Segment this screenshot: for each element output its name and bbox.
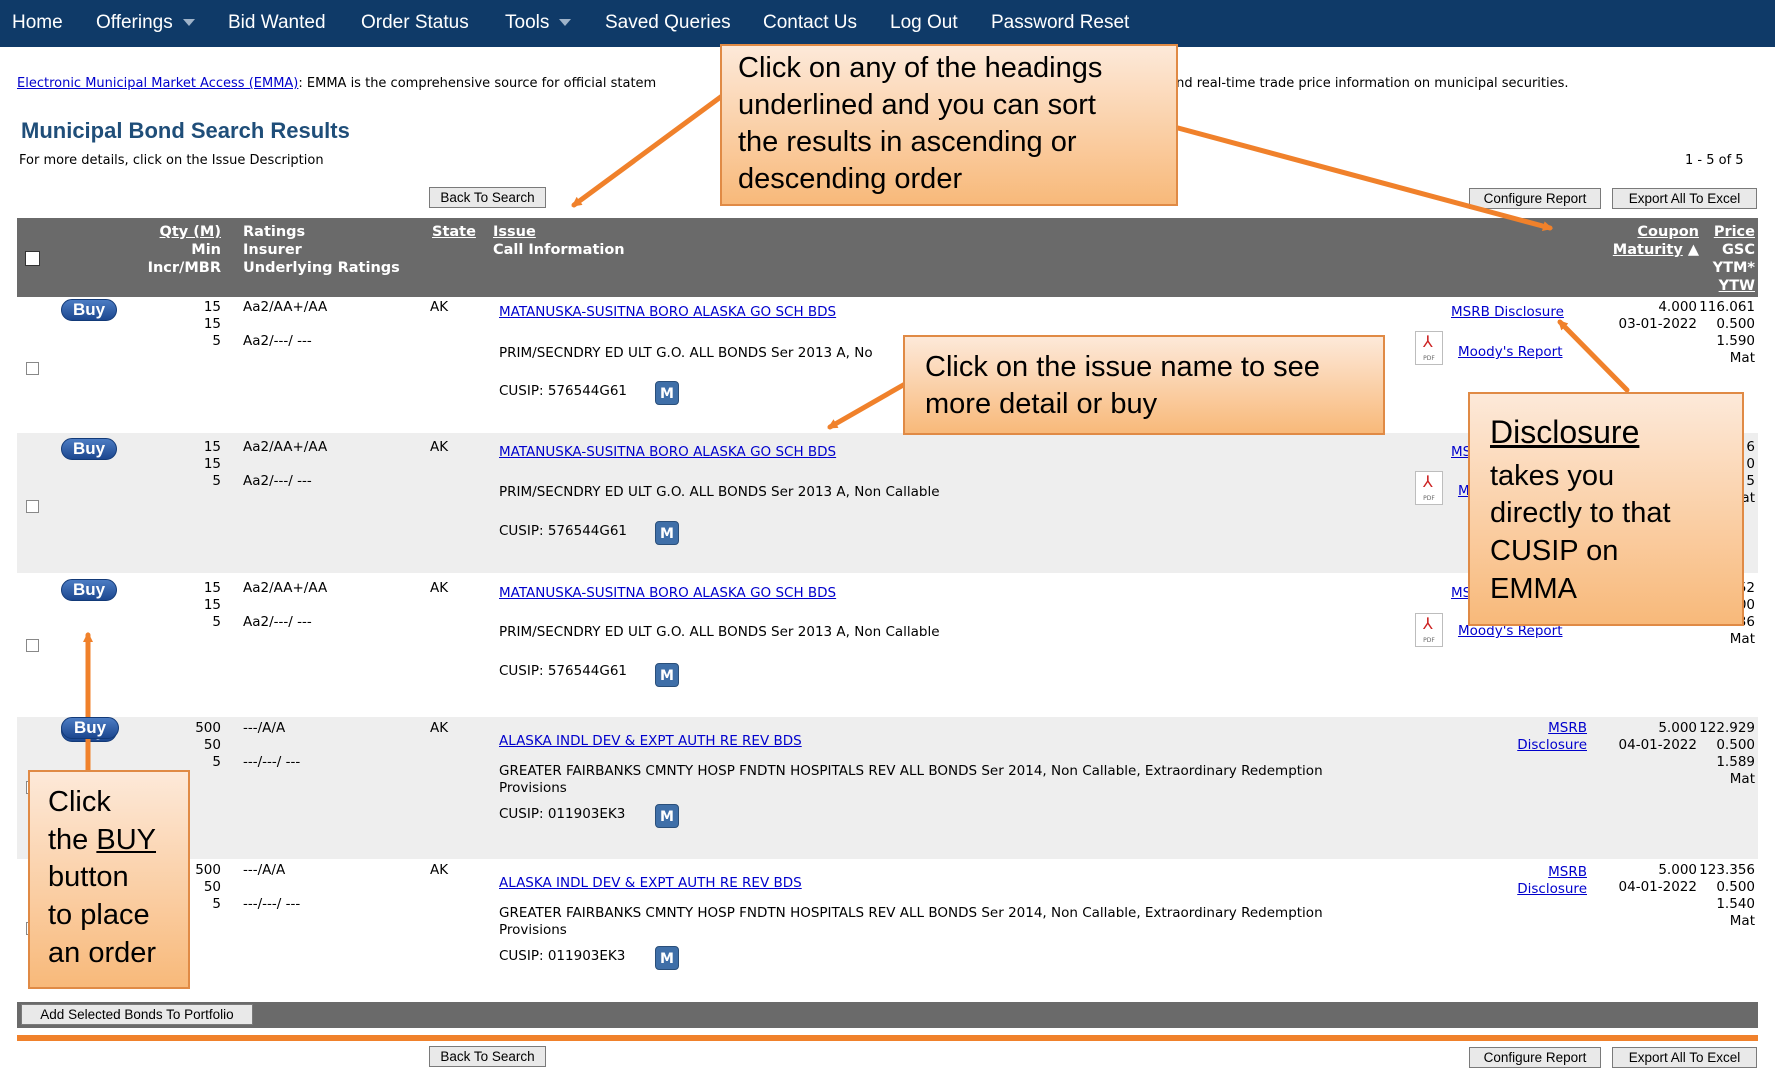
callout-line: button [48, 861, 129, 894]
callout-sort-headings: Click on any of the headings underlined … [720, 44, 1178, 206]
callout-line: descending order [738, 163, 963, 196]
arrow-to-issue-name [827, 381, 908, 430]
callout-line: an order [48, 936, 157, 969]
buy-button[interactable]: Buy [61, 717, 119, 739]
callout-title: Disclosure [1490, 414, 1640, 450]
callout-line: EMMA [1490, 572, 1577, 605]
callout-line: to place [48, 899, 150, 932]
callout-line: underlined and you can sort [738, 89, 1096, 122]
callout-issue-name: Click on the issue name to see more deta… [903, 335, 1385, 435]
callout-disclosure: Disclosure takes you directly to that CU… [1468, 392, 1744, 626]
callout-line: takes you [1490, 459, 1615, 492]
arrow-to-sort-headers [1175, 125, 1553, 232]
callout-line: the results in ascending or [738, 126, 1077, 159]
callout-line: CUSIP on [1490, 534, 1619, 567]
callout-line: the BUY [48, 823, 157, 856]
callout-buy-word: BUY [96, 823, 157, 856]
callout-line: Click on any of the headings [738, 52, 1103, 84]
callout-line: more detail or buy [925, 388, 1158, 421]
arrow-to-disclosure [1557, 319, 1630, 393]
callout-buy: Click the BUY button to place an order [28, 770, 190, 989]
arrow-to-back-to-search [571, 93, 725, 208]
callout-line: Click [48, 786, 111, 818]
callout-line: Click on the issue name to see [925, 351, 1320, 383]
callout-line: directly to that [1490, 497, 1671, 530]
